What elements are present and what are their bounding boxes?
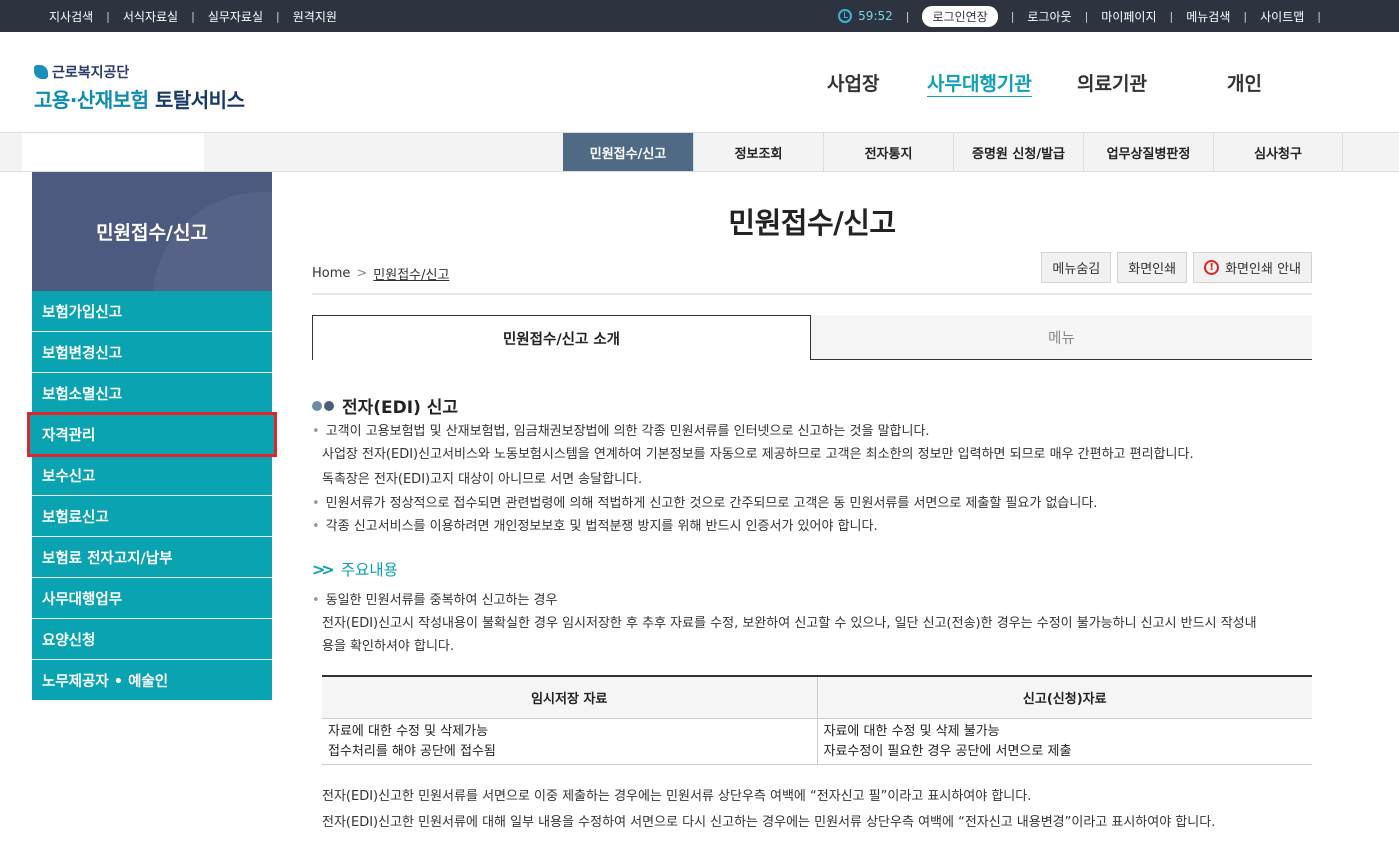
sitemap-link[interactable]: 사이트맵 <box>1247 8 1317 25</box>
sub-navigation: 민원접수/신고 정보조회 전자통지 증명원 신청/발급 업무상질병판정 심사청구 <box>0 132 1399 172</box>
main-content-text: • 동일한 민원서류를 중복하여 신고하는 경우 전자(EDI)신고시 작성내용이… <box>312 589 1257 658</box>
separator: | <box>1317 9 1321 23</box>
gnb-workplace[interactable]: 사업장 <box>827 69 879 96</box>
table-header: 임시저장 자료 <box>322 675 817 719</box>
bullet-dots-icon <box>312 400 334 411</box>
table-cell: 자료에 대한 수정 및 삭제 불가능 자료수정이 필요한 경우 공단에 서면으로… <box>816 718 1312 765</box>
left-menu: 보험가입신고 보험변경신고 보험소멸신고 자격관리 보수신고 보험료신고 보험료… <box>27 291 277 701</box>
lnb-item-premium-payment[interactable]: 보험료 전자고지/납부 <box>32 537 272 578</box>
logo-org-name: 근로복지공단 <box>52 65 130 81</box>
note-line: 전자(EDI)신고한 민원서류에 대해 일부 내용을 수정하여 서면으로 다시 … <box>322 815 1216 830</box>
utility-links-right: 59:52 | 로그인연장 | 로그아웃 | 마이페이지 | 메뉴검색 | 사이… <box>825 0 1321 32</box>
print-button[interactable]: 화면인쇄 <box>1117 252 1188 283</box>
extend-login-button[interactable]: 로그인연장 <box>922 5 998 27</box>
page-title: 민원접수/신고 <box>728 206 896 240</box>
logo-service-name: 고용·산재보험 토탈서비스 <box>34 84 245 113</box>
lnb-item-premium-report[interactable]: 보험료신고 <box>32 496 272 537</box>
list-item: • 각종 신고서비스를 이용하려면 개인정보보호 및 법적분쟁 방지를 위해 반드… <box>312 519 878 534</box>
subnav-spacer <box>22 133 204 171</box>
tab-civil-report[interactable]: 민원접수/신고 <box>563 133 693 171</box>
gnb-medical[interactable]: 의료기관 <box>1077 69 1147 96</box>
comparison-table: 임시저장 자료 신고(신청)자료 자료에 대한 수정 및 삭제가능 접수처리를 … <box>322 675 1312 765</box>
section-title-edi: 전자(EDI) 신고 <box>312 393 458 418</box>
breadcrumb-home[interactable]: Home <box>312 266 350 281</box>
notes: 전자(EDI)신고한 민원서류를 서면으로 이중 제출하는 경우에는 민원서류 … <box>322 784 1215 836</box>
mypage-link[interactable]: 마이페이지 <box>1088 8 1169 25</box>
exclamation-icon: ! <box>1204 260 1220 275</box>
sub-title-text: 주요내용 <box>340 561 398 579</box>
tab-menu[interactable]: 메뉴 <box>811 315 1312 360</box>
utility-links-left: 지사검색 | 서식자료실 | 실무자료실 | 원격지원 <box>36 0 350 32</box>
lnb-item-insurance-join[interactable]: 보험가입신고 <box>32 291 272 332</box>
chevron-right-icon: > <box>356 266 368 281</box>
lnb-title: 민원접수/신고 <box>96 222 208 244</box>
session-timer: 59:52 <box>825 9 906 23</box>
logo-rest: 토탈서비스 <box>148 88 245 112</box>
list-item: 독촉장은 전자(EDI)고지 대상이 아니므로 서면 송달합니다. <box>322 472 643 487</box>
tab-certificate[interactable]: 증명원 신청/발급 <box>953 133 1083 171</box>
print-guide-label: 화면인쇄 안내 <box>1225 262 1301 277</box>
table-header: 신고(신청)자료 <box>816 675 1312 719</box>
list-item: • 동일한 민원서류를 중복하여 신고하는 경우 <box>312 593 558 608</box>
edi-description: • 고객이 고용보험법 및 산재보험법, 임금채권보장법에 의한 각종 민원서류를… <box>312 420 1194 538</box>
session-timer-value: 59:52 <box>858 9 893 23</box>
paragraph: 용을 확인하셔야 합니다. <box>322 639 454 654</box>
site-logo[interactable]: 근로복지공단 고용·산재보험 토탈서비스 <box>34 62 245 113</box>
paragraph: 전자(EDI)신고시 작성내용이 불확실한 경우 임시저장한 후 추후 자료를 … <box>322 616 1257 631</box>
table-row: 자료에 대한 수정 및 삭제가능 접수처리를 해야 공단에 접수됨 자료에 대한… <box>322 718 1312 765</box>
breadcrumb: Home > 민원접수/신고 <box>312 264 449 283</box>
logo-highlight: 고용·산재보험 <box>34 88 149 112</box>
list-item: • 민원서류가 정상적으로 접수되면 관련법령에 의해 적법하게 신고한 것으로 … <box>312 496 1098 511</box>
section-title-main-content: >> 주요내용 <box>312 558 398 580</box>
divider <box>312 293 1312 295</box>
print-guide-button[interactable]: ! 화면인쇄 안내 <box>1193 252 1312 283</box>
note-line: 전자(EDI)신고한 민원서류를 서면으로 이중 제출하는 경우에는 민원서류 … <box>322 789 1032 804</box>
gnb-agency[interactable]: 사무대행기관 <box>927 69 1032 96</box>
lnb-item-care-application[interactable]: 요양신청 <box>32 619 272 660</box>
branch-search-link[interactable]: 지사검색 <box>36 8 106 25</box>
tab-introduction[interactable]: 민원접수/신고 소개 <box>312 315 811 360</box>
lnb-item-qualification[interactable]: 자격관리 <box>27 412 277 457</box>
double-chevron-icon: >> <box>312 559 335 579</box>
list-item: • 고객이 고용보험법 및 산재보험법, 임금채권보장법에 의한 각종 민원서류를… <box>312 424 930 439</box>
lnb-item-insurance-change[interactable]: 보험변경신고 <box>32 332 272 373</box>
lnb-item-wage-report[interactable]: 보수신고 <box>32 455 272 496</box>
tab-review-claim[interactable]: 심사청구 <box>1213 133 1343 171</box>
section-title-text: 전자(EDI) 신고 <box>342 398 459 418</box>
lnb-header: 민원접수/신고 <box>32 172 272 291</box>
separator: | <box>905 9 910 23</box>
table-cell: 자료에 대한 수정 및 삭제가능 접수처리를 해야 공단에 접수됨 <box>322 718 817 765</box>
tab-occupational-disease[interactable]: 업무상질병판정 <box>1083 133 1213 171</box>
tab-e-notice[interactable]: 전자통지 <box>823 133 953 171</box>
practical-library-link[interactable]: 실무자료실 <box>195 8 276 25</box>
tab-info-inquiry[interactable]: 정보조회 <box>693 133 823 171</box>
lnb-item-insurance-termination[interactable]: 보험소멸신고 <box>32 373 272 414</box>
lnb-item-freelancer-artist[interactable]: 노무제공자 • 예술인 <box>32 660 272 701</box>
breadcrumb-current[interactable]: 민원접수/신고 <box>373 264 449 283</box>
page-tools: 메뉴숨김 화면인쇄 ! 화면인쇄 안내 <box>1041 252 1312 283</box>
list-item: 사업장 전자(EDI)신고서비스와 노동보험시스템을 연계하여 기본정보를 자동… <box>322 447 1194 462</box>
lnb-item-agency-work[interactable]: 사무대행업무 <box>32 578 272 619</box>
logout-link[interactable]: 로그아웃 <box>1014 8 1084 25</box>
hide-menu-button[interactable]: 메뉴숨김 <box>1041 252 1112 283</box>
utility-bar: 지사검색 | 서식자료실 | 실무자료실 | 원격지원 59:52 | 로그인연… <box>0 0 1399 32</box>
content-tabs: 민원접수/신고 소개 메뉴 <box>312 315 1312 360</box>
gnb-personal[interactable]: 개인 <box>1227 69 1262 96</box>
clock-icon <box>838 9 853 23</box>
remote-support-link[interactable]: 원격지원 <box>280 8 350 25</box>
forms-library-link[interactable]: 서식자료실 <box>110 8 191 25</box>
menu-search-link[interactable]: 메뉴검색 <box>1173 8 1243 25</box>
logo-org: 근로복지공단 <box>34 62 244 82</box>
logo-mark-icon <box>34 65 48 79</box>
